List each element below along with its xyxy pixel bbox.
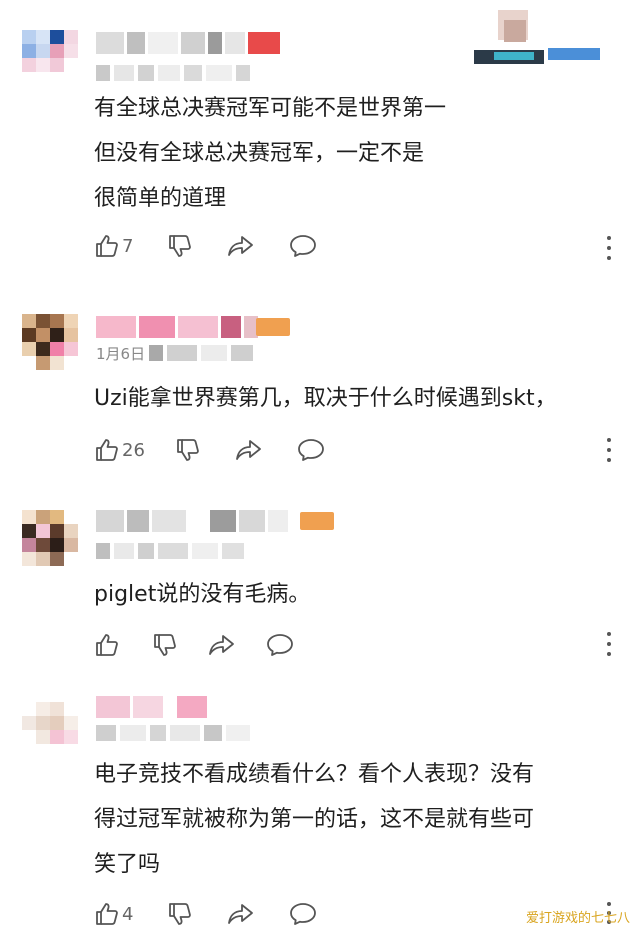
comment-item: piglet说的没有毛病。: [0, 480, 640, 670]
more-vertical-icon: [607, 438, 611, 442]
reply-button[interactable]: [289, 233, 317, 259]
comment-bubble-icon: [298, 439, 324, 461]
like-count: 26: [122, 439, 145, 461]
comment-text: 有全球总决赛冠军可能不是世界第一 但没有全球总决赛冠军，一定不是 很简单的道理: [94, 86, 620, 221]
thumbs-down-icon: [169, 903, 192, 925]
thumbs-up-icon: [96, 903, 118, 925]
comment-actions: [94, 630, 314, 660]
more-vertical-icon: [607, 902, 611, 906]
avatar[interactable]: [22, 702, 78, 750]
username-blurred[interactable]: [96, 316, 258, 338]
comment-bubble-icon: [290, 903, 317, 925]
meta-blurred: [96, 64, 250, 82]
comment-line: piglet说的没有毛病。: [94, 582, 311, 607]
username-blurred[interactable]: [96, 510, 288, 532]
level-badge: [300, 512, 334, 530]
thumbs-up-icon: [96, 634, 118, 656]
meta-blurred: [96, 724, 250, 742]
dislike-button[interactable]: [167, 233, 193, 259]
avatar[interactable]: [22, 510, 78, 566]
comment-bubble-icon: [290, 235, 317, 257]
like-button[interactable]: 4: [94, 901, 133, 927]
comment-line: 但没有全球总决赛冠军，一定不是: [94, 141, 425, 166]
thumbs-down-icon: [169, 235, 192, 257]
more-button[interactable]: [606, 236, 612, 260]
share-button[interactable]: [227, 233, 255, 259]
comment-line: 电子竞技不看成绩看什么？看个人表现？没有: [94, 762, 535, 787]
reply-button[interactable]: [289, 901, 317, 927]
share-icon: [228, 236, 254, 256]
header-image: [474, 10, 604, 64]
comment-date: 1月6日: [96, 344, 146, 363]
username-blurred[interactable]: [96, 696, 207, 718]
like-button[interactable]: 26: [94, 437, 145, 463]
comment-line: 有全球总决赛冠军可能不是世界第一: [94, 96, 447, 121]
dislike-button[interactable]: [152, 632, 178, 658]
avatar[interactable]: [22, 30, 78, 76]
thumbs-up-icon: [96, 235, 118, 257]
comment-line: 笑了吗: [94, 852, 161, 877]
share-button[interactable]: [235, 437, 263, 463]
thumbs-down-icon: [177, 439, 199, 461]
reply-button[interactable]: [297, 437, 325, 463]
meta-blurred: [96, 542, 244, 560]
comment-text: piglet说的没有毛病。: [94, 572, 620, 617]
level-badge: [256, 318, 290, 336]
comment-item: 有全球总决赛冠军可能不是世界第一 但没有全球总决赛冠军，一定不是 很简单的道理 …: [0, 0, 640, 290]
comment-bubble-icon: [267, 634, 293, 656]
dislike-button[interactable]: [167, 901, 193, 927]
more-vertical-icon: [607, 632, 611, 636]
like-button[interactable]: [94, 632, 122, 658]
share-button[interactable]: [227, 901, 255, 927]
like-button[interactable]: 7: [94, 233, 133, 259]
comment-text: Uzi能拿世界赛第几，取决于什么时候遇到skt，: [94, 376, 620, 421]
more-button[interactable]: [606, 632, 612, 656]
like-count: 4: [122, 903, 134, 925]
share-button[interactable]: [208, 632, 236, 658]
dislike-button[interactable]: [175, 437, 201, 463]
thumbs-up-icon: [96, 439, 118, 461]
comment-line: 得过冠军就被称为第一的话，这不是就有些可: [94, 807, 535, 832]
thumbs-down-icon: [154, 634, 176, 656]
comment-text: 电子竞技不看成绩看什么？看个人表现？没有 得过冠军就被称为第一的话，这不是就有些…: [94, 752, 620, 887]
watermark: 爱打游戏的七七八: [525, 911, 630, 926]
comment-actions: 26: [94, 435, 345, 465]
share-icon: [236, 440, 261, 460]
reply-button[interactable]: [266, 632, 294, 658]
share-icon: [228, 904, 254, 924]
username-blurred[interactable]: [96, 32, 280, 54]
comment-actions: 4: [94, 899, 337, 929]
avatar[interactable]: [22, 314, 78, 370]
comment-actions: 7: [94, 231, 337, 261]
meta-row: 1月6日: [96, 344, 254, 363]
comment-line: Uzi能拿世界赛第几，取决于什么时候遇到skt，: [94, 386, 557, 411]
comment-item: 1月6日 Uzi能拿世界赛第几，取决于什么时候遇到skt， 26: [0, 290, 640, 480]
more-button[interactable]: [606, 438, 612, 462]
comment-line: 很简单的道理: [94, 186, 227, 211]
more-vertical-icon: [607, 236, 611, 240]
share-icon: [209, 635, 234, 655]
comment-item: 电子竞技不看成绩看什么？看个人表现？没有 得过冠军就被称为第一的话，这不是就有些…: [0, 670, 640, 934]
like-count: 7: [122, 235, 134, 257]
